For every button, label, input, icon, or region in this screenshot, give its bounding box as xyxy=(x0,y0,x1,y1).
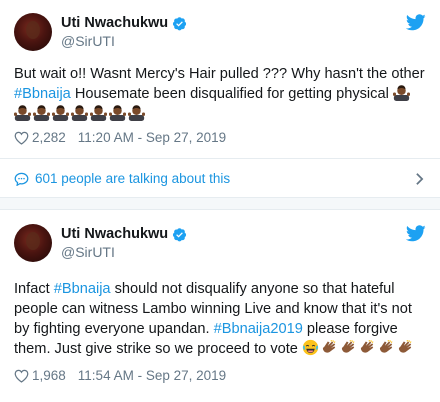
author-handle[interactable]: @SirUTI xyxy=(61,33,187,49)
author-name[interactable]: Uti Nwachukwu xyxy=(61,15,168,31)
hashtag-link[interactable]: #Bbnaija xyxy=(14,86,71,102)
clapping-hands-emoji xyxy=(340,339,357,356)
tweet-meta: 2,282 11:20 AM - Sep 27, 2019 xyxy=(14,130,226,145)
person-shrugging-emoji xyxy=(33,104,50,121)
person-shrugging-emoji xyxy=(52,104,69,121)
tweet-meta: 1,968 11:54 AM - Sep 27, 2019 xyxy=(14,368,226,383)
chevron-right-icon xyxy=(415,172,424,186)
tweet-text: Infact #Bbnaija should not disqualify an… xyxy=(14,279,426,359)
face-with-tears-of-joy-emoji xyxy=(302,339,319,356)
person-shrugging-emoji xyxy=(128,104,145,121)
speech-bubble-icon xyxy=(14,172,29,186)
verified-badge-icon xyxy=(172,227,187,242)
person-shrugging-emoji xyxy=(393,84,410,101)
author-name[interactable]: Uti Nwachukwu xyxy=(61,226,168,242)
tweet-author[interactable]: Uti Nwachukwu @SirUTI xyxy=(14,12,187,52)
person-shrugging-emoji xyxy=(14,104,31,121)
clapping-hands-emoji xyxy=(378,339,395,356)
clapping-hands-emoji xyxy=(321,339,338,356)
hashtag-link[interactable]: #Bbnaija2019 xyxy=(214,321,303,337)
conversation-label[interactable]: 601 people are talking about this xyxy=(35,171,230,186)
avatar[interactable] xyxy=(14,13,52,51)
person-shrugging-emoji xyxy=(109,104,126,121)
avatar[interactable] xyxy=(14,224,52,262)
heart-icon[interactable] xyxy=(14,369,29,383)
hashtag-link[interactable]: #Bbnaija xyxy=(54,281,111,297)
tweet-timestamp[interactable]: 11:20 AM - Sep 27, 2019 xyxy=(78,130,226,145)
conversation-link[interactable]: 601 people are talking about this xyxy=(0,158,440,198)
tweet-card-1[interactable]: Uti Nwachukwu @SirUTI But wait o!! Wasnt… xyxy=(0,0,440,198)
twitter-bird-icon[interactable] xyxy=(406,14,426,31)
heart-icon[interactable] xyxy=(14,131,29,145)
like-count[interactable]: 1,968 xyxy=(32,368,66,383)
clapping-hands-emoji xyxy=(397,339,414,356)
tweet-separator xyxy=(0,198,440,210)
tweet-text: But wait o!! Wasnt Mercy's Hair pulled ?… xyxy=(14,64,426,124)
twitter-bird-icon[interactable] xyxy=(406,225,426,242)
tweet-timestamp[interactable]: 11:54 AM - Sep 27, 2019 xyxy=(78,368,226,383)
person-shrugging-emoji xyxy=(71,104,88,121)
like-count[interactable]: 2,282 xyxy=(32,130,66,145)
clapping-hands-emoji xyxy=(359,339,376,356)
verified-badge-icon xyxy=(172,16,187,31)
tweet-card-2[interactable]: Uti Nwachukwu @SirUTI Infact #Bbnaija sh… xyxy=(0,211,440,402)
author-handle[interactable]: @SirUTI xyxy=(61,244,187,260)
tweet-author[interactable]: Uti Nwachukwu @SirUTI xyxy=(14,223,187,263)
person-shrugging-emoji xyxy=(90,104,107,121)
